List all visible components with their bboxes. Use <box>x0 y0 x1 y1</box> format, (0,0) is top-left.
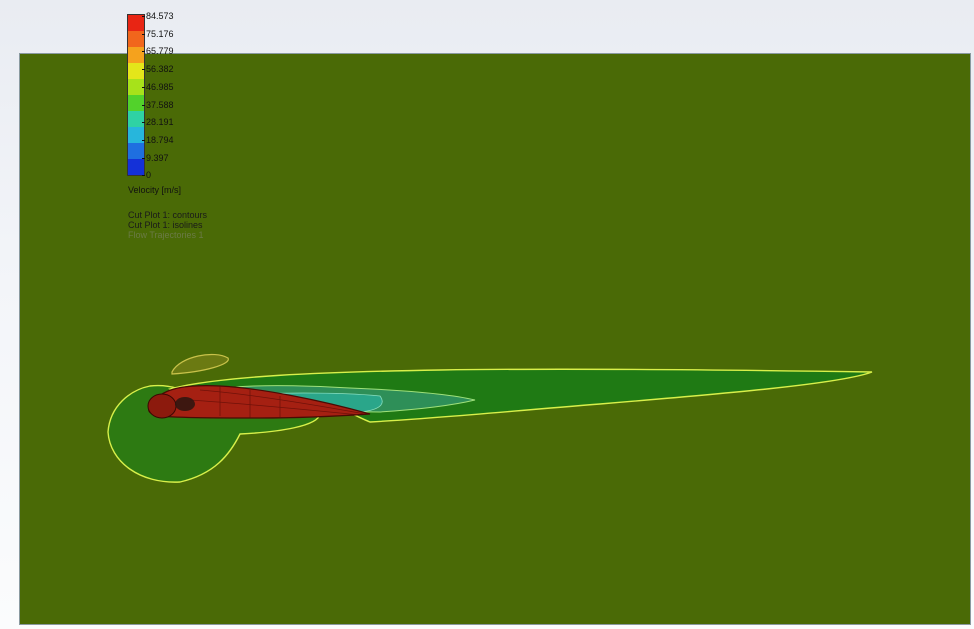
colorbar-segment <box>128 15 144 31</box>
colorbar-tick-label: 75.176 <box>142 28 174 39</box>
cfd-viewport[interactable] <box>19 53 971 625</box>
upper-contour-region <box>171 353 229 375</box>
colorbar-segment <box>128 31 144 47</box>
flow-field-canvas <box>107 353 873 483</box>
colorbar-tick-label: 84.573 <box>142 11 174 21</box>
hull-cockpit <box>175 397 195 411</box>
hull-nose <box>147 393 177 419</box>
